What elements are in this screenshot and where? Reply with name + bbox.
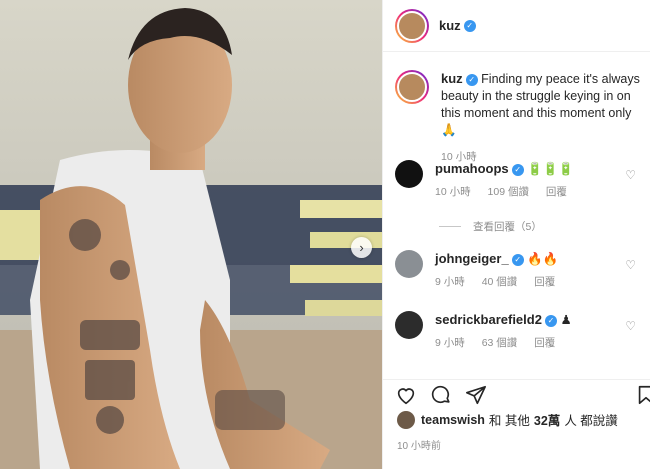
post-header: kuz ✓	[383, 0, 650, 52]
verified-icon: ✓	[544, 314, 557, 327]
comment-bubble-icon[interactable]	[430, 384, 452, 406]
reply-link[interactable]: 回覆	[534, 276, 555, 288]
comment-likes[interactable]: 40 個讚	[482, 276, 518, 288]
likes-summary: teamswish 和 其他 32萬 人 都說讚	[397, 410, 618, 429]
liker-username[interactable]: teamswish	[421, 413, 485, 427]
commenter-avatar[interactable]	[395, 160, 423, 188]
next-photo-button[interactable]: ›	[351, 237, 372, 258]
post-sidebar: kuz ✓ kuz ✓ Finding my peace it's always …	[382, 0, 650, 469]
comment-time: 10 小時	[435, 186, 471, 198]
post-image: ›	[0, 0, 382, 469]
likes-text: 和 其他	[488, 414, 530, 428]
verified-icon: ✓	[511, 253, 524, 266]
comment-emoji: ♟	[560, 313, 572, 327]
heart-icon[interactable]: ♡	[625, 258, 636, 272]
comment-time: 9 小時	[435, 337, 465, 349]
author-avatar[interactable]	[395, 8, 429, 43]
commenter-avatar[interactable]	[395, 250, 423, 278]
view-replies-label: 查看回覆（5）	[473, 221, 542, 233]
comment-emoji: 🔋🔋🔋	[527, 162, 574, 176]
likes-suffix: 人 都說讚	[564, 414, 618, 428]
player-photo	[0, 0, 382, 469]
comment-item: pumahoops ✓ 🔋🔋🔋 10 小時 109 個讚 回覆 ♡	[395, 160, 640, 201]
share-send-icon[interactable]	[465, 384, 487, 406]
view-replies-link[interactable]: 查看回覆（5）	[439, 219, 542, 234]
caption-username[interactable]: kuz	[441, 71, 463, 86]
verified-icon: ✓	[465, 73, 478, 86]
commenter-avatar[interactable]	[395, 311, 423, 339]
caption-avatar[interactable]	[395, 70, 429, 104]
comment-time: 9 小時	[435, 276, 465, 288]
author-username[interactable]: kuz	[439, 18, 461, 33]
like-heart-icon[interactable]	[395, 384, 417, 406]
comment-username[interactable]: pumahoops	[435, 161, 509, 176]
heart-icon[interactable]: ♡	[625, 168, 636, 182]
comment-item: johngeiger_ ✓ 🔥🔥 9 小時 40 個讚 回覆 ♡	[395, 250, 640, 291]
caption: kuz ✓ Finding my peace it's always beauty…	[395, 70, 640, 166]
verified-icon: ✓	[511, 163, 524, 176]
likes-count[interactable]: 32萬	[534, 410, 560, 429]
heart-icon[interactable]: ♡	[625, 319, 636, 333]
comment-username[interactable]: sedrickbarefield2	[435, 312, 542, 327]
comment-likes[interactable]: 109 個讚	[488, 186, 529, 198]
comment-likes[interactable]: 63 個讚	[482, 337, 518, 349]
comment-username[interactable]: johngeiger_	[435, 251, 509, 266]
reply-link[interactable]: 回覆	[534, 337, 555, 349]
chevron-right-icon: ›	[359, 240, 364, 255]
divider	[439, 226, 461, 227]
comment-emoji: 🔥🔥	[527, 252, 559, 266]
post-time[interactable]: 10 小時前	[397, 437, 441, 452]
liker-avatar[interactable]	[397, 410, 415, 429]
action-bar	[383, 379, 650, 409]
bookmark-icon[interactable]	[635, 384, 650, 406]
reply-link[interactable]: 回覆	[546, 186, 567, 198]
verified-icon: ✓	[463, 19, 476, 32]
hand-emoji-icon: 🙏	[441, 123, 457, 137]
comment-item: sedrickbarefield2 ✓ ♟ 9 小時 63 個讚 回覆 ♡	[395, 311, 640, 352]
